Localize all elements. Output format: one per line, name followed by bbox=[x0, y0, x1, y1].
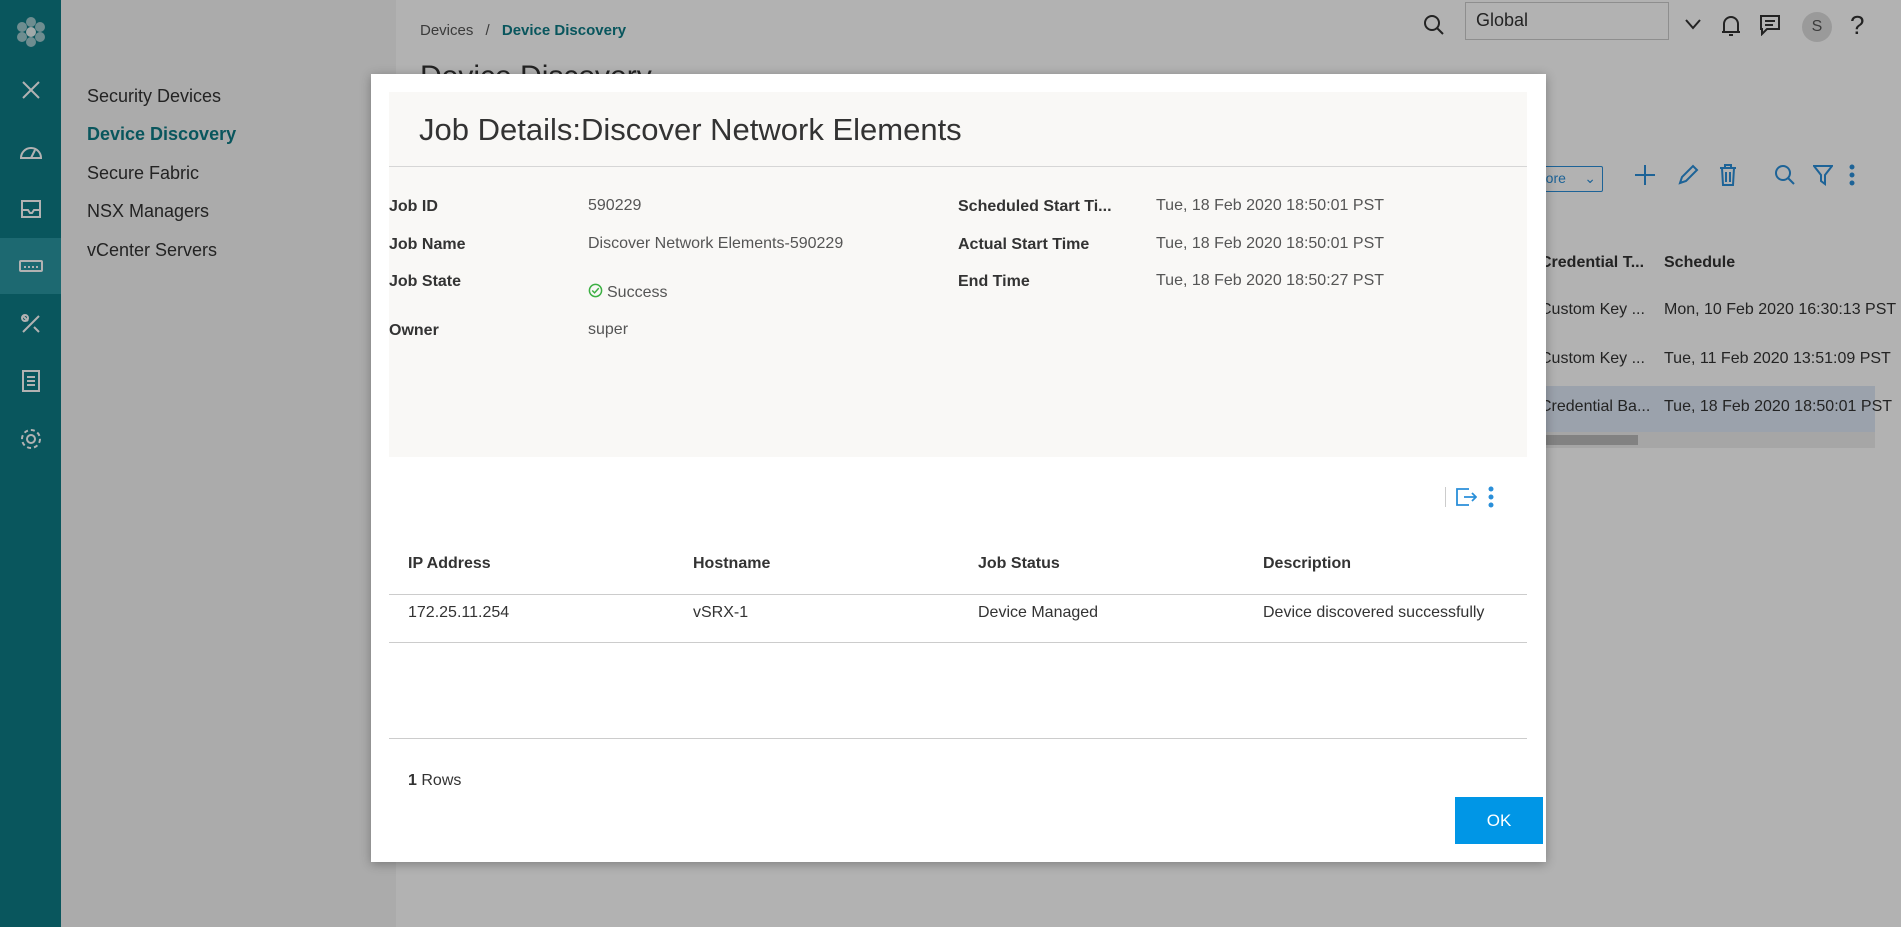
column-header-ip-address[interactable]: IP Address bbox=[408, 555, 491, 573]
ok-button[interactable]: OK bbox=[1455, 797, 1543, 844]
actual-start-label: Actual Start Time bbox=[958, 236, 1090, 253]
table-cell-job-status[interactable]: Device Managed bbox=[978, 604, 1098, 622]
footer-divider bbox=[389, 738, 1527, 739]
job-state-text: Success bbox=[607, 284, 668, 302]
dialog-title: Job Details:Discover Network Elements bbox=[419, 112, 962, 147]
row-count-number: 1 bbox=[408, 772, 417, 789]
column-header-job-status[interactable]: Job Status bbox=[978, 555, 1060, 573]
end-time-value: Tue, 18 Feb 2020 18:50:27 PST bbox=[1156, 272, 1385, 289]
table-cell-hostname[interactable]: vSRX-1 bbox=[693, 604, 748, 622]
job-id-label: Job ID bbox=[389, 198, 438, 215]
header-divider bbox=[389, 594, 1527, 595]
job-state-value: Success bbox=[588, 283, 667, 303]
job-state-label: Job State bbox=[389, 273, 462, 290]
dialog-body: Job Details:Discover Network Elements Jo… bbox=[389, 92, 1543, 844]
success-check-icon bbox=[588, 283, 603, 303]
table-cell-description[interactable]: Device discovered successfully bbox=[1263, 604, 1484, 622]
row-count-suffix: Rows bbox=[421, 772, 462, 789]
owner-label: Owner bbox=[389, 322, 439, 339]
divider bbox=[389, 166, 1527, 167]
job-name-label: Job Name bbox=[389, 236, 466, 253]
job-id-value: 590229 bbox=[588, 197, 642, 214]
row-count: 1 Rows bbox=[408, 772, 461, 790]
owner-value: super bbox=[588, 321, 629, 338]
scheduled-start-value: Tue, 18 Feb 2020 18:50:01 PST bbox=[1156, 197, 1385, 214]
job-details-dialog: Job Details:Discover Network Elements Jo… bbox=[371, 74, 1546, 862]
job-name-value: Discover Network Elements-590229 bbox=[588, 235, 844, 252]
end-time-label: End Time bbox=[958, 273, 1030, 290]
scheduled-start-label: Scheduled Start Ti... bbox=[958, 198, 1112, 215]
table-cell-ip-address[interactable]: 172.25.11.254 bbox=[408, 604, 509, 622]
row-divider bbox=[389, 642, 1527, 643]
export-icon[interactable] bbox=[1455, 486, 1478, 512]
actual-start-value: Tue, 18 Feb 2020 18:50:01 PST bbox=[1156, 235, 1385, 252]
column-header-hostname[interactable]: Hostname bbox=[693, 555, 770, 573]
job-results-grid: IP Address Hostname Job Status Descripti… bbox=[389, 457, 1527, 844]
kebab-menu-icon[interactable] bbox=[1487, 486, 1495, 512]
toolbar-divider bbox=[1445, 487, 1446, 507]
column-header-description[interactable]: Description bbox=[1263, 555, 1351, 573]
